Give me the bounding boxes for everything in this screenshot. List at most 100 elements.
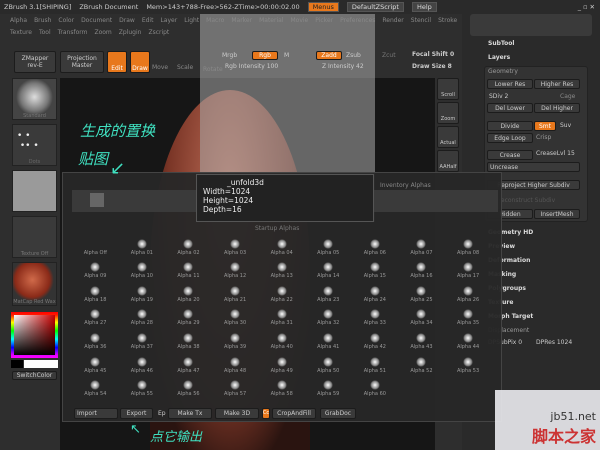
cc-toggle[interactable]: Cc: [262, 408, 270, 419]
alpha-item[interactable]: Alpha 50: [305, 350, 352, 374]
menu-item[interactable]: Edit: [142, 17, 154, 24]
menu-item[interactable]: Layer: [160, 17, 177, 24]
alpha-item[interactable]: Alpha 40: [258, 326, 305, 350]
make-3d-button[interactable]: Make 3D: [215, 408, 259, 419]
alpha-item[interactable]: Alpha 53: [445, 350, 492, 374]
zcut-button[interactable]: Zcut: [382, 52, 396, 59]
alpha-item[interactable]: Alpha 36: [72, 326, 119, 350]
focal-shift-slider[interactable]: Focal Shift 0: [412, 51, 454, 58]
alpha-item[interactable]: Alpha 38: [165, 326, 212, 350]
menu-item[interactable]: Texture: [10, 29, 32, 36]
alpha-item[interactable]: Alpha 46: [119, 350, 166, 374]
alpha-item[interactable]: Alpha 09: [72, 256, 119, 279]
alpha-item[interactable]: Alpha 28: [119, 303, 166, 326]
grabdoc-button[interactable]: GrabDoc: [320, 408, 356, 419]
sdiv-slider[interactable]: SDiv 2: [489, 93, 508, 100]
alpha-item[interactable]: Alpha 15: [352, 256, 399, 279]
alpha-item[interactable]: Alpha 25: [398, 279, 445, 303]
rgb-intensity-slider[interactable]: Rgb Intensity 100: [225, 63, 278, 70]
alpha-item[interactable]: Alpha 08: [445, 232, 492, 256]
ep-button[interactable]: Ep: [158, 410, 166, 417]
smt-toggle[interactable]: Smt: [534, 121, 556, 131]
stroke-dots[interactable]: • • •• • Dots: [12, 124, 57, 166]
alpha-item[interactable]: Alpha 18: [72, 279, 119, 303]
alpha-item[interactable]: Alpha 13: [258, 256, 305, 279]
edge-loop-button[interactable]: Edge Loop: [487, 133, 533, 143]
higher-res-button[interactable]: Higher Res: [534, 79, 580, 89]
alpha-item[interactable]: Alpha 32: [305, 303, 352, 326]
uncrease-button[interactable]: Uncrease: [487, 162, 580, 172]
nav-3-button[interactable]: AAHalf: [437, 150, 459, 172]
del-higher-button[interactable]: Del Higher: [534, 103, 580, 113]
switch-color-button[interactable]: SwitchColor: [12, 371, 57, 380]
subtool-menu[interactable]: SubTool: [488, 40, 514, 47]
crease-level-slider[interactable]: CreaseLvl 15: [536, 150, 575, 157]
mrgb-button[interactable]: Mrgb: [222, 52, 237, 59]
alpha-item[interactable]: Alpha 03: [212, 232, 259, 256]
alpha-item[interactable]: Alpha 16: [398, 256, 445, 279]
alpha-item[interactable]: Alpha Off: [72, 232, 119, 256]
draw-size-slider[interactable]: Draw Size 8: [412, 63, 452, 70]
make-tx-button[interactable]: Make Tx: [168, 408, 212, 419]
alpha-item[interactable]: Alpha 11: [165, 256, 212, 279]
alpha-item[interactable]: Alpha 04: [258, 232, 305, 256]
alpha-item[interactable]: Alpha 44: [445, 326, 492, 350]
menu-item[interactable]: Render: [382, 17, 403, 24]
menu-item[interactable]: Preferences: [340, 17, 375, 24]
alpha-item[interactable]: Alpha 23: [305, 279, 352, 303]
menu-item[interactable]: Macro: [206, 17, 224, 24]
draw-button[interactable]: Draw: [130, 51, 150, 73]
default-zscript-button[interactable]: DefaultZScript: [346, 2, 404, 12]
menu-item[interactable]: Zplugin: [119, 29, 142, 36]
alpha-item[interactable]: Alpha 10: [119, 256, 166, 279]
alpha-item[interactable]: Alpha 26: [445, 279, 492, 303]
alpha-item[interactable]: Alpha 19: [119, 279, 166, 303]
alpha-item[interactable]: Alpha 45: [72, 350, 119, 374]
crop-and-fill-button[interactable]: CropAndFill: [272, 408, 316, 419]
alpha-item[interactable]: Alpha 14: [305, 256, 352, 279]
material-slot[interactable]: MatCap Red Wax: [12, 262, 57, 306]
secondary-color[interactable]: [24, 360, 58, 368]
menus-button[interactable]: Menus: [307, 2, 339, 12]
alpha-item[interactable]: Alpha 41: [305, 326, 352, 350]
alpha-item[interactable]: Alpha 60: [352, 374, 399, 397]
rotate-button[interactable]: Rotate: [203, 66, 223, 73]
menu-item[interactable]: Alpha: [10, 17, 27, 24]
alpha-item[interactable]: Alpha 48: [212, 350, 259, 374]
geometry-header[interactable]: Geometry: [488, 68, 518, 75]
menu-item[interactable]: Zscript: [148, 29, 169, 36]
alpha-item[interactable]: Alpha 29: [165, 303, 212, 326]
zsub-button[interactable]: Zsub: [346, 52, 361, 59]
alpha-item[interactable]: Alpha 54: [72, 374, 119, 397]
menu-item[interactable]: Brush: [34, 17, 51, 24]
alpha-item[interactable]: Alpha 24: [352, 279, 399, 303]
zadd-button[interactable]: Zadd: [316, 51, 342, 60]
alpha-item[interactable]: Alpha 17: [445, 256, 492, 279]
move-button[interactable]: Move: [152, 64, 168, 71]
alpha-item[interactable]: Alpha 01: [119, 232, 166, 256]
m-button[interactable]: M: [284, 52, 289, 59]
rgb-button[interactable]: Rgb: [252, 51, 278, 60]
alpha-item[interactable]: Alpha 07: [398, 232, 445, 256]
nav-0-button[interactable]: Scroll: [437, 78, 459, 100]
alpha-item[interactable]: Alpha 12: [212, 256, 259, 279]
menu-item[interactable]: Tool: [39, 29, 51, 36]
menu-item[interactable]: Movie: [290, 17, 308, 24]
nav-1-button[interactable]: Zoom: [437, 102, 459, 124]
texture-slot[interactable]: Texture Off: [12, 216, 57, 258]
alpha-item[interactable]: Alpha 43: [398, 326, 445, 350]
alpha-item[interactable]: Alpha 22: [258, 279, 305, 303]
layers-menu[interactable]: Layers: [488, 54, 510, 61]
alpha-item[interactable]: Alpha 27: [72, 303, 119, 326]
menu-item[interactable]: Document: [81, 17, 112, 24]
crisp-button[interactable]: Crisp: [536, 134, 551, 141]
alpha-item[interactable]: Alpha 51: [352, 350, 399, 374]
insertmesh-button[interactable]: InsertMesh: [534, 209, 580, 219]
del-lower-button[interactable]: Del Lower: [487, 103, 533, 113]
menu-item[interactable]: Stencil: [411, 17, 431, 24]
alpha-item[interactable]: Alpha 30: [212, 303, 259, 326]
lower-res-button[interactable]: Lower Res: [487, 79, 533, 89]
dpres-slider[interactable]: DPRes 1024: [536, 339, 572, 346]
z-intensity-slider[interactable]: Z Intensity 42: [322, 63, 364, 70]
menu-item[interactable]: Color: [58, 17, 74, 24]
